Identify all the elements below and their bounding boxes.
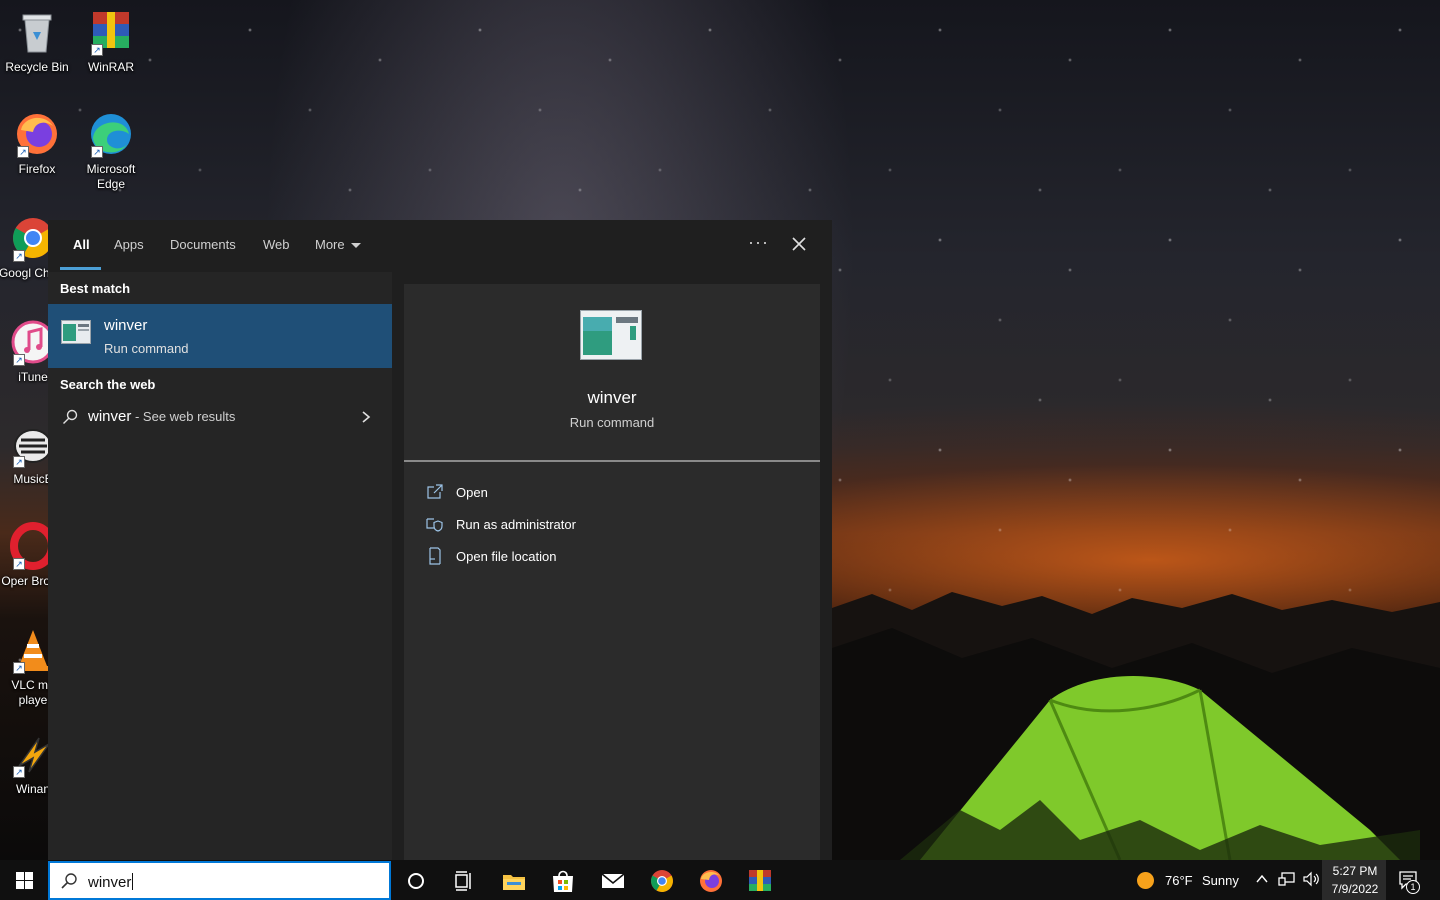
winrar-icon: ↗ <box>87 8 135 56</box>
web-result-text: winver - See web results <box>88 408 235 425</box>
taskbar-search-input[interactable]: winver <box>48 861 391 900</box>
search-icon <box>61 873 77 889</box>
sun-icon[interactable] <box>1136 871 1155 890</box>
clock-time: 5:27 PM <box>1332 864 1378 878</box>
results-list: Best match winver Run command Search the… <box>48 272 392 860</box>
run-as-admin-label: Run as administrator <box>456 517 576 532</box>
firefox-icon: ↗ <box>13 110 61 158</box>
notification-badge: 1 <box>1406 880 1420 894</box>
search-tabs: All Apps Documents Web More ··· <box>48 220 832 272</box>
chevron-down-icon <box>350 243 361 249</box>
mail-button[interactable] <box>600 868 626 894</box>
task-view-button[interactable] <box>451 868 477 894</box>
active-tab-indicator <box>60 267 101 270</box>
more-options-button[interactable]: ··· <box>748 232 769 253</box>
chevron-right-icon[interactable] <box>360 410 372 424</box>
start-search-panel: All Apps Documents Web More ··· Best mat… <box>48 220 832 860</box>
recycle-bin-icon <box>13 8 61 56</box>
run-command-icon <box>580 310 642 360</box>
tab-documents[interactable]: Documents <box>170 237 236 252</box>
chrome-icon <box>651 870 673 892</box>
search-icon <box>63 409 78 424</box>
desktop-icon-winrar[interactable]: ↗ WinRAR <box>74 8 148 75</box>
open-file-location-action[interactable]: Open file location <box>426 545 726 569</box>
tab-apps[interactable]: Apps <box>114 237 144 252</box>
open-file-location-label: Open file location <box>456 549 557 564</box>
web-result-item[interactable]: winver - See web results <box>48 401 392 435</box>
desktop-icon-label: Microsoft Edge <box>86 162 136 191</box>
volume-icon[interactable] <box>1302 871 1320 887</box>
text-cursor <box>132 873 134 890</box>
file-explorer-icon <box>503 875 525 890</box>
winrar-taskbar-button[interactable] <box>747 868 773 894</box>
preview-pane: winver Run command Open Run as administr… <box>404 284 820 860</box>
edge-icon: ↗ <box>87 110 135 158</box>
open-action[interactable]: Open <box>426 481 726 505</box>
tab-more[interactable]: More <box>315 237 361 252</box>
wallpaper-tent <box>900 676 1420 860</box>
desktop-icon-recycle-bin[interactable]: Recycle Bin <box>0 8 74 75</box>
web-result-suffix: - See web results <box>131 409 236 424</box>
best-match-title: winver <box>104 317 148 334</box>
network-icon[interactable] <box>1278 871 1296 887</box>
search-query-value: winver <box>88 874 132 891</box>
shield-icon <box>426 518 443 532</box>
search-web-header: Search the web <box>60 377 156 392</box>
open-icon <box>427 484 443 499</box>
desktop-icon-label: Recycle Bin <box>5 60 69 74</box>
best-match-header: Best match <box>60 281 131 296</box>
desktop-icon-label: WinRAR <box>87 60 134 74</box>
chrome-taskbar-button[interactable] <box>649 868 675 894</box>
mail-icon <box>601 873 625 888</box>
firefox-taskbar-button[interactable] <box>698 868 724 894</box>
clock[interactable]: 5:27 PM 7/9/2022 <box>1326 862 1384 898</box>
taskbar: winver 76°F Sunny 5:27 PM 7/9/2022 1 <box>0 860 1440 900</box>
windows-logo-icon <box>16 872 33 889</box>
tab-web[interactable]: Web <box>263 237 290 252</box>
close-icon[interactable] <box>790 235 808 253</box>
web-result-query: winver <box>88 408 132 425</box>
best-match-subtitle: Run command <box>104 341 189 356</box>
desktop-icon-edge[interactable]: ↗ Microsoft Edge <box>74 110 148 192</box>
preview-subtitle: Run command <box>569 415 655 430</box>
tab-more-label: More <box>315 237 345 252</box>
clock-date: 7/9/2022 <box>1331 882 1379 896</box>
weather-temp[interactable]: 76°F <box>1165 873 1193 888</box>
run-as-admin-action[interactable]: Run as administrator <box>426 513 726 537</box>
desktop-icon-firefox[interactable]: ↗ Firefox <box>0 110 74 177</box>
file-explorer-button[interactable] <box>501 868 527 894</box>
preview-title: winver <box>587 388 637 407</box>
firefox-icon <box>700 870 722 892</box>
preview-divider <box>404 460 820 462</box>
task-view-icon <box>455 871 471 891</box>
cortana-button[interactable] <box>403 868 429 894</box>
run-command-icon <box>61 320 91 344</box>
file-location-icon <box>429 547 441 565</box>
search-query-text: winver <box>88 873 134 891</box>
store-icon <box>553 870 573 892</box>
weather-condition[interactable]: Sunny <box>1202 873 1239 888</box>
store-button[interactable] <box>550 868 576 894</box>
desktop-icon-label: Firefox <box>18 162 56 176</box>
start-button[interactable] <box>0 860 48 900</box>
winrar-icon <box>749 870 771 891</box>
tab-all[interactable]: All <box>73 237 90 252</box>
chevron-up-icon[interactable] <box>1255 873 1269 885</box>
open-action-label: Open <box>456 485 488 500</box>
best-match-item[interactable]: winver Run command <box>48 304 392 368</box>
cortana-icon <box>408 873 424 889</box>
